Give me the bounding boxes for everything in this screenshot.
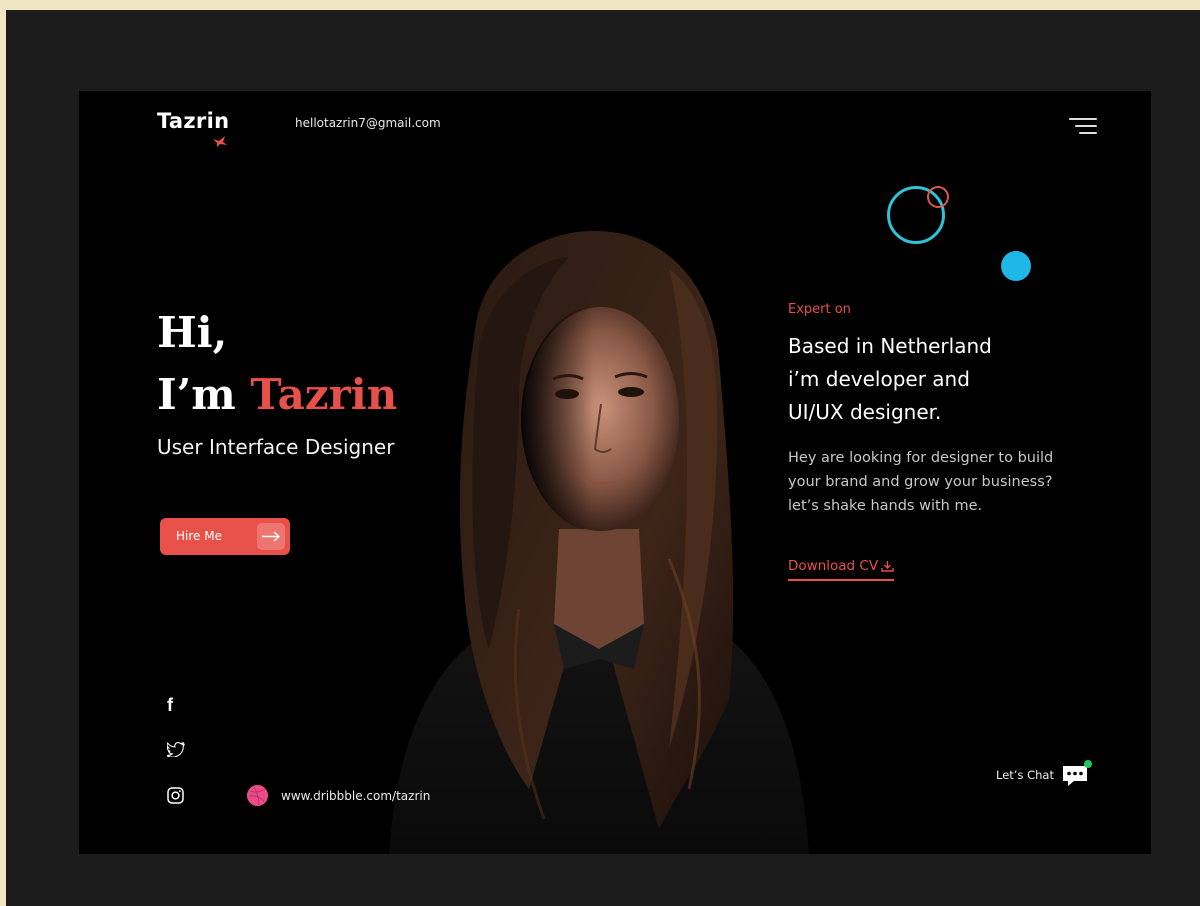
bird-icon	[213, 136, 227, 147]
intro-prefix: I’m	[157, 370, 236, 419]
portfolio-page: Tazrin hellotazrin7@gmail.com Hi, I’m Ta…	[79, 91, 1151, 854]
description-line: Hey are looking for designer to build	[788, 450, 1054, 466]
decorative-ring-red	[927, 186, 949, 208]
expert-eyebrow: Expert on	[788, 302, 851, 317]
arrow-right-icon	[257, 523, 285, 550]
download-icon	[881, 561, 894, 572]
portrait-image	[389, 230, 809, 854]
about-description: Hey are looking for designer to build yo…	[788, 446, 1108, 518]
instagram-icon[interactable]	[167, 787, 184, 804]
email-link[interactable]: hellotazrin7@gmail.com	[295, 116, 441, 130]
headline-line: Based in Netherland	[788, 334, 992, 358]
headline-line: UI/UX designer.	[788, 400, 942, 424]
decorative-dot-blue	[1001, 251, 1031, 281]
chat-label: Let’s Chat	[996, 768, 1054, 782]
twitter-icon[interactable]	[167, 742, 185, 757]
screenshot-frame: Tazrin hellotazrin7@gmail.com Hi, I’m Ta…	[6, 10, 1200, 906]
headline-line: i’m developer and	[788, 367, 970, 391]
description-line: let’s shake hands with me.	[788, 498, 983, 514]
description-line: your brand and grow your business?	[788, 474, 1053, 490]
chat-bubble-icon	[1063, 760, 1092, 786]
facebook-icon[interactable]: f	[167, 695, 173, 716]
hire-me-label: Hire Me	[176, 529, 222, 543]
role-title: User Interface Designer	[157, 435, 395, 459]
hero-name: Tazrin	[250, 370, 398, 419]
download-cv-link[interactable]: Download CV	[788, 558, 895, 581]
intro-heading: I’m Tazrin	[157, 365, 397, 425]
dribbble-icon	[247, 785, 268, 806]
about-headline: Based in Netherland i’m developer and UI…	[788, 330, 1068, 429]
logo[interactable]: Tazrin	[157, 109, 229, 133]
hire-me-button[interactable]: Hire Me	[160, 518, 290, 555]
download-cv-label: Download CV	[788, 558, 879, 574]
hamburger-menu-icon[interactable]	[1069, 118, 1097, 136]
dribbble-url: www.dribbble.com/tazrin	[281, 789, 431, 803]
greeting: Hi,	[157, 308, 228, 357]
